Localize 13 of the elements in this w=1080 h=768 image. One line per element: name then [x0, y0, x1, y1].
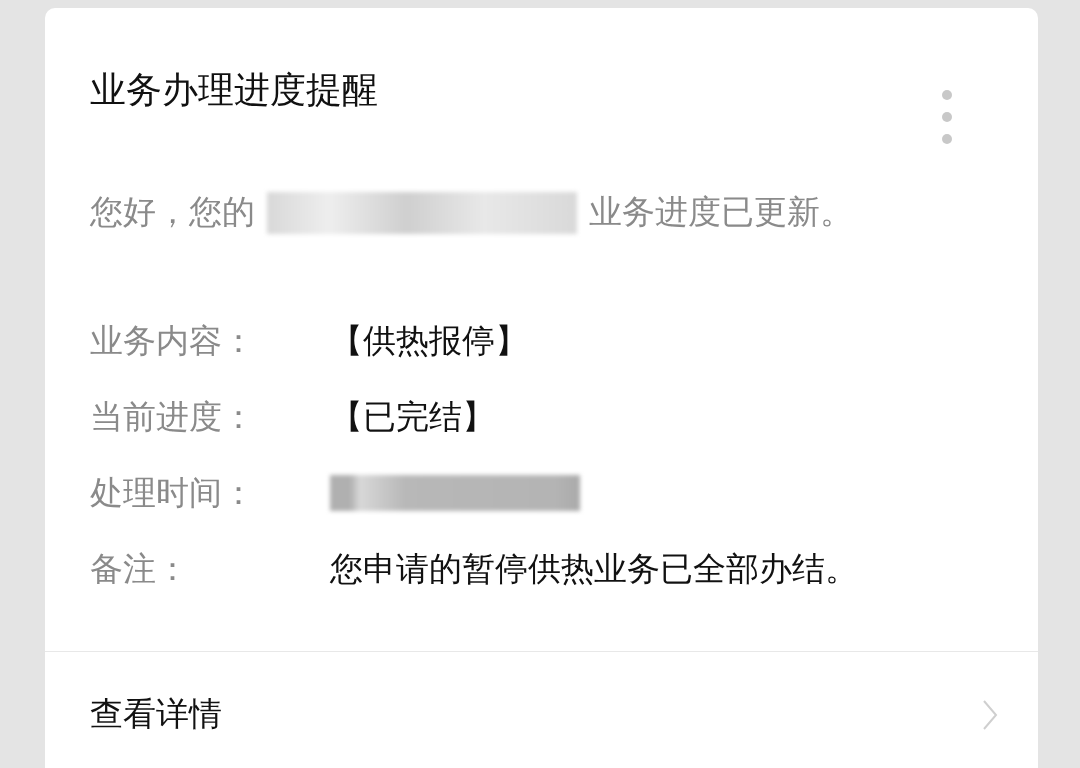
field-label: 处理时间： [90, 471, 256, 514]
details-link[interactable]: 查看详情 [45, 651, 1038, 737]
field-label: 业务内容： [90, 319, 256, 362]
chevron-right-icon [982, 698, 998, 731]
more-icon[interactable] [942, 90, 952, 144]
field-label: 当前进度： [90, 395, 256, 438]
field-value: 您申请的暂停供热业务已全部办结。 [330, 547, 858, 590]
greeting-text: 业务进度已更新。 [589, 191, 853, 233]
field-label: 备注： [90, 547, 190, 590]
field-value: 【供热报停】 [330, 319, 528, 362]
field-value: 【已完结】 [330, 395, 495, 438]
greeting-text: 您好，您的 [90, 191, 255, 233]
card-title: 业务办理进度提醒 [90, 68, 378, 112]
